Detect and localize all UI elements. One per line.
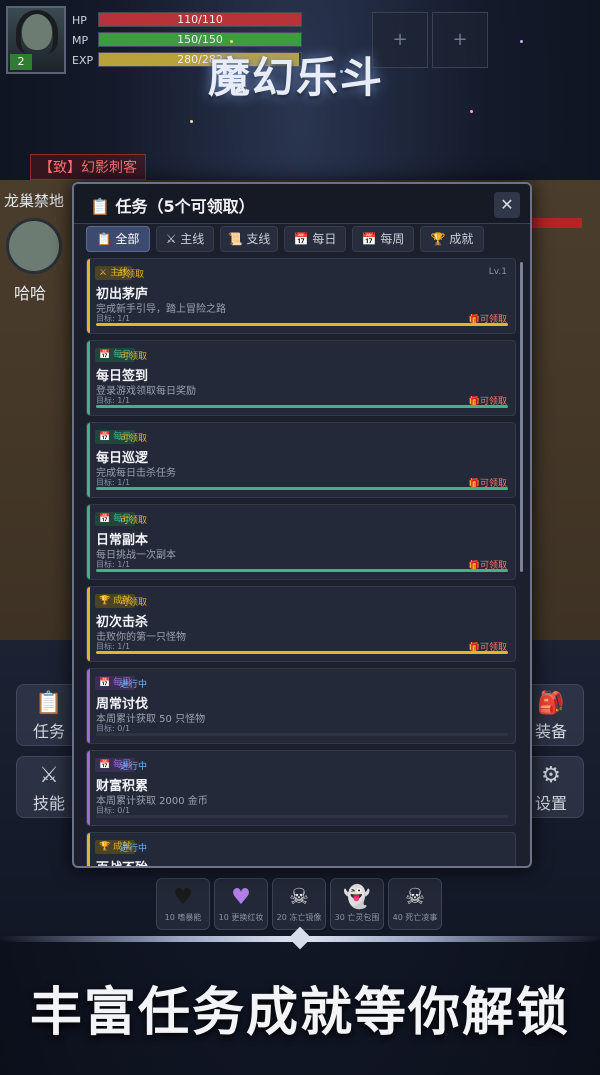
quest-level: Lv.1 — [488, 267, 507, 277]
quest-stripe — [87, 423, 90, 497]
skull-crossbones-icon: ☠ — [405, 885, 425, 910]
quest-progress-bar — [96, 323, 508, 326]
quest-type-icon: 📅 — [99, 678, 111, 688]
quest-state: 进行中 — [120, 844, 148, 854]
quest-card[interactable]: 📅 每周 进行中 财富积累 本周累计获取 2000 金币 目标: 0/1 — [86, 750, 516, 826]
quest-card[interactable]: 📅 每日 可领取 每日巡逻 完成每日击杀任务 目标: 1/1 🎁可领取 — [86, 422, 516, 498]
quest-progress-bar — [96, 815, 508, 818]
skill-slot-2[interactable]: ♥ 10 更换红妆 — [214, 878, 268, 930]
sparkle — [230, 40, 233, 43]
quest-list[interactable]: ⚔ 主线 可领取 Lv.1 初出茅庐 完成新手引导，踏上冒险之路 目标: 1/1 🎁可领取 📅… — [86, 258, 518, 866]
quest-state: 可领取 — [120, 434, 148, 444]
scrollbar[interactable] — [520, 262, 523, 572]
quest-card[interactable]: ⚔ 主线 可领取 Lv.1 初出茅庐 完成新手引导，踏上冒险之路 目标: 1/1 🎁可领取 — [86, 258, 516, 334]
tab-main[interactable]: ⚔ 主线 — [156, 226, 214, 252]
mp-label: MP — [72, 34, 89, 47]
tab-all-label: 全部 — [115, 232, 140, 246]
skill-label-4: 30 亡灵包围 — [334, 913, 380, 922]
hp-text: 110/110 — [177, 13, 223, 26]
tab-side-label: 支线 — [246, 232, 271, 246]
game-logo: 魔幻乐斗 — [208, 53, 385, 102]
quest-progress-bar — [96, 569, 508, 572]
quest-progress-bar — [96, 651, 508, 654]
ghost-icon: 👻 — [343, 885, 371, 910]
hp-bar: 110/110 — [98, 12, 302, 27]
panel-header: 📋 任务（5个可领取） ✕ — [74, 184, 530, 224]
panel-title-text: 任务（5个可领取） — [115, 197, 255, 216]
clipboard-icon: 📋 — [90, 197, 116, 216]
heart-icon: ♥ — [173, 885, 193, 910]
tab-daily[interactable]: 📅 每日 — [284, 226, 346, 252]
promo-caption: 丰富任务成就等你解锁 — [29, 983, 570, 1043]
skill-label-1: 10 嗜暴能 — [164, 913, 202, 922]
tab-main-label: 主线 — [180, 232, 205, 246]
sparkle — [520, 40, 523, 43]
tab-weekly-label: 每周 — [380, 232, 405, 246]
level-badge: 2 — [10, 54, 32, 70]
tab-weekly[interactable]: 📅 每周 — [352, 226, 414, 252]
skill-slot-1[interactable]: ♥ 10 嗜暴能 — [156, 878, 210, 930]
quest-state: 可领取 — [120, 352, 148, 362]
sparkle — [190, 120, 193, 123]
avatar-face — [22, 14, 52, 50]
skill-slot-4[interactable]: 👻 30 亡灵包围 — [330, 878, 384, 930]
skill-label-5: 40 死亡凌事 — [392, 913, 438, 922]
sparkle — [470, 110, 473, 113]
tab-daily-label: 每日 — [312, 232, 337, 246]
close-button[interactable]: ✕ — [494, 192, 520, 218]
quest-stripe — [87, 751, 90, 825]
quest-progress-bar — [96, 405, 508, 408]
quest-stripe — [87, 669, 90, 743]
enemy-name-tag[interactable]: 【致】幻影刺客 — [30, 154, 146, 180]
player-portrait — [6, 218, 62, 274]
quest-card[interactable]: 🏆 成就进行中百战不殆 — [86, 832, 516, 866]
zone-name: 龙巢禁地 — [4, 192, 65, 210]
skill-label-3: 20 冻亡镜像 — [276, 913, 322, 922]
quest-state: 进行中 — [120, 762, 148, 772]
quest-stripe — [87, 505, 90, 579]
quest-state: 可领取 — [120, 516, 148, 526]
skull-icon: ☠ — [289, 885, 309, 910]
tab-side[interactable]: 📜 支线 — [220, 226, 278, 252]
quest-type-icon: 📅 — [99, 432, 111, 442]
quest-card[interactable]: 📅 每周 进行中 周常讨伐 本周累计获取 50 只怪物 目标: 0/1 — [86, 668, 516, 744]
quest-card[interactable]: 📅 每日 可领取 日常副本 每日挑战一次副本 目标: 1/1 🎁可领取 — [86, 504, 516, 580]
quest-type-icon: 📅 — [99, 514, 111, 524]
quest-stripe — [87, 833, 90, 866]
quest-name: 百战不殆 — [96, 857, 148, 866]
quest-type-icon: 🏆 — [99, 596, 111, 606]
skill-label-2: 10 更换红妆 — [218, 913, 264, 922]
quest-stripe — [87, 341, 90, 415]
skill-slot-3[interactable]: ☠ 20 冻亡镜像 — [272, 878, 326, 930]
quest-type-icon: 📅 — [99, 760, 111, 770]
quest-type-icon: 🏆 — [99, 842, 111, 852]
skill-slot-5[interactable]: ☠ 40 死亡凌事 — [388, 878, 442, 930]
player-avatar[interactable]: 2 — [6, 6, 66, 74]
quest-card[interactable]: 📅 每日 可领取 每日签到 登录游戏领取每日奖励 目标: 1/1 🎁可领取 — [86, 340, 516, 416]
quest-state: 可领取 — [117, 270, 145, 280]
quest-state: 可领取 — [120, 598, 148, 608]
quest-state: 进行中 — [120, 680, 148, 690]
quest-panel: 📋 任务（5个可领取） ✕ 📋 全部 ⚔ 主线 📜 支线 📅 每日 📅 每周 🏆… — [72, 182, 532, 868]
empty-slot-2[interactable]: + — [432, 12, 488, 68]
quest-stripe — [87, 259, 90, 333]
quest-type-icon: ⚔ — [99, 268, 108, 278]
quest-card[interactable]: 🏆 成就 可领取 初次击杀 击败你的第一只怪物 目标: 1/1 🎁可领取 — [86, 586, 516, 662]
enemy-hp-bar — [530, 218, 582, 228]
tab-all[interactable]: 📋 全部 — [86, 226, 150, 252]
quest-progress-bar — [96, 487, 508, 490]
exp-label: EXP — [72, 54, 94, 67]
panel-title: 📋 任务（5个可领取） — [90, 193, 255, 217]
player-name: 哈哈 — [14, 284, 47, 303]
quest-progress-bar — [96, 733, 508, 736]
purple-heart-icon: ♥ — [231, 885, 251, 910]
quest-stripe — [87, 587, 90, 661]
tab-achievement-label: 成就 — [449, 232, 474, 246]
quest-type-icon: 📅 — [99, 350, 111, 360]
tab-achievement[interactable]: 🏆 成就 — [420, 226, 484, 252]
hp-label: HP — [72, 14, 87, 27]
sparkle — [340, 70, 343, 73]
